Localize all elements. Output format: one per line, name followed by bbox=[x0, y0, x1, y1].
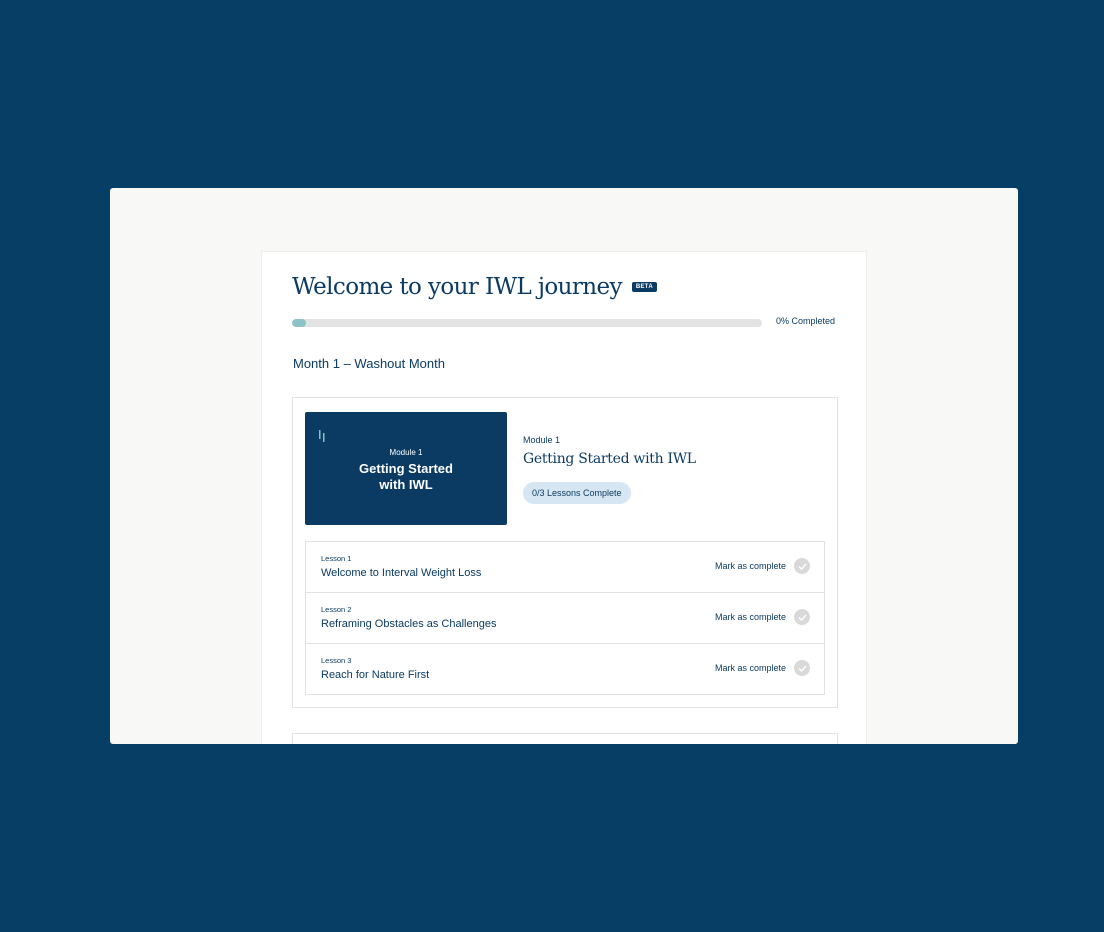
mark-complete-label: Mark as complete bbox=[714, 561, 786, 571]
journey-card: Welcome to your IWL journey BETA 0% Comp… bbox=[262, 252, 866, 744]
next-module-card bbox=[292, 733, 838, 744]
progress-bar-fill bbox=[292, 319, 307, 327]
iwl-logo-icon bbox=[319, 429, 327, 447]
mark-complete-label: Mark as complete bbox=[714, 663, 786, 673]
lesson-title[interactable]: Reframing Obstacles as Challenges bbox=[321, 618, 496, 630]
module-card: Module 1 Getting Started with IWL Module… bbox=[292, 397, 838, 708]
progress-label: 0% Completed bbox=[775, 316, 835, 326]
mark-complete-button[interactable]: Mark as complete bbox=[715, 660, 810, 676]
lesson-number: Lesson 3 bbox=[321, 656, 352, 665]
thumbnail-caption: Module 1 Getting Started with IWL bbox=[305, 448, 507, 493]
lessons-status-pill: 0/3 Lessons Complete bbox=[523, 482, 631, 504]
check-circle-icon[interactable] bbox=[794, 558, 810, 574]
module-info: Module 1 Getting Started with IWL 0/3 Le… bbox=[523, 435, 696, 504]
check-circle-icon[interactable] bbox=[794, 660, 810, 676]
progress-bar bbox=[292, 319, 762, 327]
title-row: Welcome to your IWL journey BETA bbox=[292, 274, 657, 300]
lesson-row[interactable]: Lesson 2 Reframing Obstacles as Challeng… bbox=[306, 593, 824, 644]
check-circle-icon[interactable] bbox=[794, 609, 810, 625]
month-title: Month 1 – Washout Month bbox=[293, 356, 445, 371]
thumbnail-module-label: Module 1 bbox=[389, 448, 423, 457]
app-window: Welcome to your IWL journey BETA 0% Comp… bbox=[110, 188, 1018, 744]
lesson-row[interactable]: Lesson 1 Welcome to Interval Weight Loss… bbox=[306, 542, 824, 593]
module-label: Module 1 bbox=[523, 435, 561, 445]
lesson-title[interactable]: Reach for Nature First bbox=[321, 669, 429, 681]
mark-complete-button[interactable]: Mark as complete bbox=[715, 558, 810, 574]
page-title: Welcome to your IWL journey bbox=[292, 274, 622, 300]
module-thumbnail[interactable]: Module 1 Getting Started with IWL bbox=[305, 412, 507, 525]
module-title[interactable]: Getting Started with IWL bbox=[523, 451, 696, 467]
mark-complete-button[interactable]: Mark as complete bbox=[715, 609, 810, 625]
beta-badge: BETA bbox=[631, 282, 657, 292]
lesson-title[interactable]: Welcome to Interval Weight Loss bbox=[321, 567, 481, 579]
lesson-number: Lesson 2 bbox=[321, 605, 352, 614]
mark-complete-label: Mark as complete bbox=[714, 612, 786, 622]
lesson-number: Lesson 1 bbox=[321, 554, 352, 563]
lesson-row[interactable]: Lesson 3 Reach for Nature First Mark as … bbox=[306, 644, 824, 694]
thumbnail-title: Getting Started with IWL bbox=[359, 461, 453, 492]
lesson-list: Lesson 1 Welcome to Interval Weight Loss… bbox=[305, 541, 825, 695]
